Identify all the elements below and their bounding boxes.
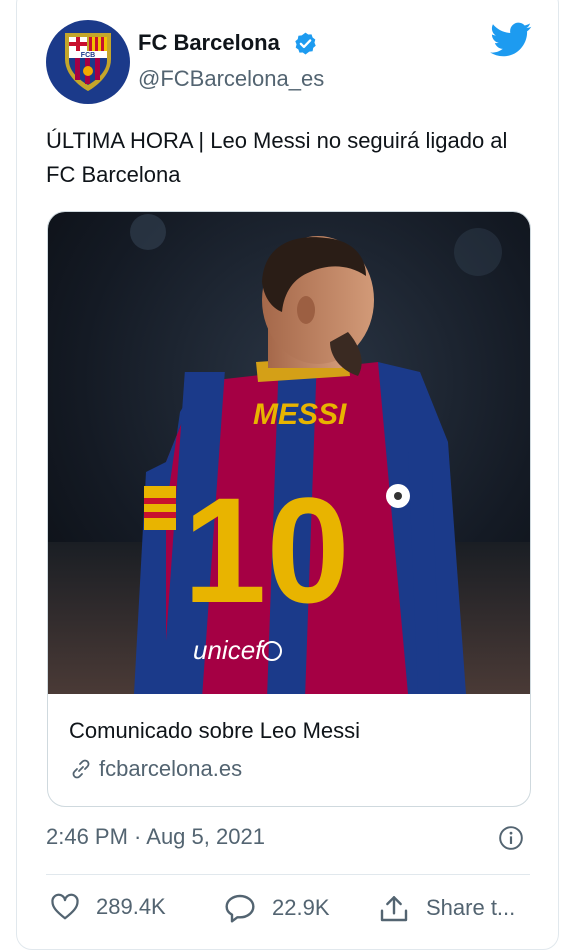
heart-icon: [51, 893, 79, 920]
jersey-name: MESSI: [253, 398, 347, 431]
tweet-text: ÚLTIMA HORA | Leo Messi no seguirá ligad…: [46, 128, 508, 187]
link-icon: [72, 759, 90, 779]
crest-text: FCB: [81, 52, 95, 59]
link-card[interactable]: MESSI 10 unicef Comunicado sobre Leo Mes…: [47, 211, 531, 807]
twitter-logo-icon[interactable]: [490, 22, 532, 58]
share-icon: [380, 896, 408, 922]
card-domain-text: fcbarcelona.es: [99, 756, 243, 781]
like-count: 289.4K: [96, 894, 166, 919]
speech-bubble-icon: [225, 894, 255, 923]
share-label: Share t...: [426, 895, 516, 920]
account-name[interactable]: FC Barcelona: [138, 30, 280, 56]
messi-photo: MESSI 10 unicef: [48, 212, 530, 694]
share-button[interactable]: Share t...: [378, 893, 515, 923]
avatar[interactable]: FCB: [46, 20, 130, 104]
reply-button[interactable]: 22.9K: [224, 893, 330, 923]
like-button[interactable]: 289.4K: [50, 893, 166, 921]
account-handle[interactable]: @FCBarcelona_es: [138, 66, 324, 92]
card-title[interactable]: Comunicado sobre Leo Messi: [69, 718, 360, 744]
info-icon[interactable]: [498, 825, 524, 851]
verified-badge-icon: [295, 32, 316, 55]
card-domain[interactable]: fcbarcelona.es: [69, 756, 242, 782]
jersey-sponsor: unicef: [193, 635, 265, 665]
fcb-crest-icon: FCB: [65, 33, 111, 91]
jersey-number: 10: [183, 466, 350, 634]
reply-count: 22.9K: [272, 895, 330, 920]
tweet-timestamp[interactable]: 2:46 PM · Aug 5, 2021: [46, 824, 265, 850]
divider: [46, 874, 530, 875]
